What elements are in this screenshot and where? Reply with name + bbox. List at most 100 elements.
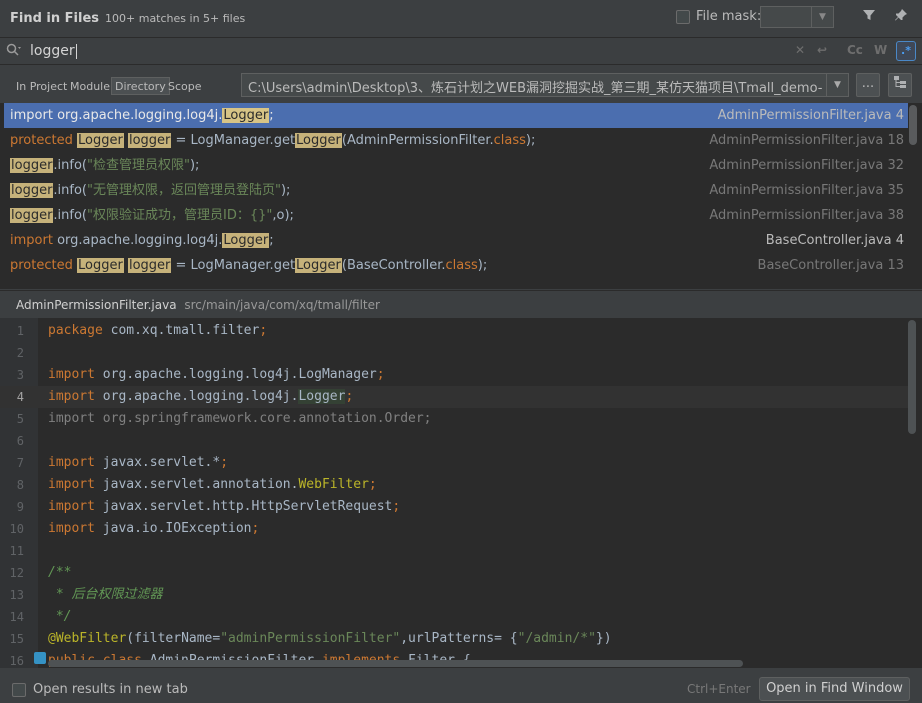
code-token: org.apache.logging.log4j.LogManager xyxy=(102,367,377,382)
code-token: = LogManager.get xyxy=(171,258,296,273)
code-text: @WebFilter(filterName="adminPermissionFi… xyxy=(48,628,612,650)
code-token: ); xyxy=(280,183,291,198)
results-scroll-thumb[interactable] xyxy=(909,105,917,145)
search-icon[interactable] xyxy=(6,43,24,59)
tab-directory[interactable]: Directory xyxy=(111,77,170,95)
file-mask-toggle[interactable]: File mask: xyxy=(676,9,761,24)
directory-combo[interactable]: C:\Users\admin\Desktop\3、炼石计划之WEB漏洞挖掘实战_… xyxy=(241,73,849,97)
browse-button[interactable]: ... xyxy=(856,73,880,97)
code-token: protected xyxy=(10,258,77,273)
result-file: BaseController.java xyxy=(757,258,884,273)
result-location: AdminPermissionFilter.java 32 xyxy=(709,153,904,178)
code-text: import org.apache.logging.log4j.Logger; xyxy=(48,386,353,408)
new-line-icon[interactable]: ↩ xyxy=(817,43,827,57)
code-line: 13 * 后台权限过滤器 xyxy=(0,584,910,606)
line-number: 16 xyxy=(9,654,24,668)
line-number: 10 xyxy=(9,522,24,536)
clear-icon[interactable]: ✕ xyxy=(795,43,805,57)
open-new-tab-checkbox[interactable] xyxy=(12,682,26,697)
chevron-down-icon[interactable]: ▼ xyxy=(811,7,833,27)
code-token: (filterName= xyxy=(126,631,221,646)
result-row[interactable]: protected Logger logger = LogManager.get… xyxy=(4,253,908,278)
shortcut-hint: Ctrl+Enter xyxy=(687,682,751,696)
line-number: 6 xyxy=(16,434,24,448)
file-mask-checkbox[interactable] xyxy=(676,9,690,24)
search-input[interactable]: logger xyxy=(30,41,77,61)
result-row[interactable]: protected Logger logger = LogManager.get… xyxy=(4,128,908,153)
code-text: import javax.servlet.annotation.WebFilte… xyxy=(48,474,377,496)
result-code: protected Logger logger = LogManager.get… xyxy=(10,253,487,278)
code-token: ; xyxy=(259,323,268,338)
line-number: 9 xyxy=(16,500,24,514)
code-token: import xyxy=(48,455,103,470)
file-mask-combo[interactable]: ▼ xyxy=(760,6,834,28)
code-text: /** xyxy=(48,562,71,584)
code-token: java.io.IOException xyxy=(102,521,252,536)
code-token: class xyxy=(493,133,526,148)
result-row[interactable]: logger.info("无管理权限，返回管理员登陆页"); AdminPermi… xyxy=(4,178,908,203)
result-location: BaseController.java 4 xyxy=(766,228,904,253)
code-token: .info( xyxy=(53,158,88,173)
match-highlight: logger xyxy=(127,133,172,148)
result-line-number: 4 xyxy=(895,108,904,123)
code-token: ; xyxy=(269,108,274,123)
code-token: (BaseController. xyxy=(341,258,446,273)
code-line: 4 import org.apache.logging.log4j.Logger; xyxy=(0,386,910,408)
recursive-directory-icon[interactable] xyxy=(888,73,912,97)
line-number: 8 xyxy=(16,478,24,492)
results-scrollbar[interactable] xyxy=(909,103,917,289)
editor-vscroll-thumb[interactable] xyxy=(908,320,916,434)
code-line: 14 */ xyxy=(0,606,910,628)
code-token: javax.servlet.* xyxy=(102,455,221,470)
code-token: "无管理权限，返回管理员登陆页" xyxy=(87,183,281,198)
result-line-number: 32 xyxy=(887,158,904,173)
match-case-icon[interactable]: Cc xyxy=(847,43,863,57)
result-row[interactable]: logger.info("检查管理员权限"); AdminPermissionFi… xyxy=(4,153,908,178)
results-list[interactable]: import org.apache.logging.log4j.Logger; A… xyxy=(0,103,922,289)
regex-icon[interactable]: .* xyxy=(896,41,916,61)
tab-scope[interactable]: Scope xyxy=(168,78,202,96)
tab-in-project[interactable]: In Project xyxy=(16,78,67,96)
code-token: ); xyxy=(477,258,488,273)
editor-horizontal-scrollbar[interactable] xyxy=(48,660,743,667)
result-file: AdminPermissionFilter.java xyxy=(709,183,884,198)
line-number: 3 xyxy=(16,368,24,382)
chevron-down-icon[interactable]: ▼ xyxy=(826,74,848,96)
tab-module[interactable]: Module xyxy=(70,78,110,96)
line-number: 12 xyxy=(9,566,24,580)
open-new-tab-toggle[interactable]: Open results in new tab xyxy=(12,682,188,697)
result-line-number: 4 xyxy=(895,233,904,248)
result-code: import org.apache.logging.log4j.Logger; xyxy=(10,228,274,253)
code-token: ); xyxy=(525,133,536,148)
code-token: import org.springframework.core.annotati… xyxy=(48,411,432,426)
code-token: import xyxy=(48,477,103,492)
match-highlight: logger xyxy=(10,183,54,198)
code-token: org.apache.logging.log4j. xyxy=(102,389,299,404)
code-line: 15 @WebFilter(filterName="adminPermission… xyxy=(0,628,910,650)
code-preview[interactable]: 1 package com.xq.tmall.filter; 2 3 import or… xyxy=(0,318,922,668)
file-mask-label: File mask: xyxy=(696,9,762,24)
result-line-number: 18 xyxy=(887,133,904,148)
line-number: 2 xyxy=(16,346,24,360)
result-row[interactable]: import org.apache.logging.log4j.Logger; B… xyxy=(4,228,908,253)
result-line-number: 13 xyxy=(887,258,904,273)
code-line: 3 import org.apache.logging.log4j.LogMana… xyxy=(0,364,910,386)
filter-icon[interactable] xyxy=(859,8,879,28)
result-line-number: 38 xyxy=(887,208,904,223)
editor-vertical-scrollbar[interactable] xyxy=(908,318,917,668)
code-token: /** xyxy=(48,565,72,580)
match-highlight: Logger xyxy=(77,258,124,273)
code-text: package com.xq.tmall.filter; xyxy=(48,320,267,342)
pin-icon[interactable] xyxy=(891,8,911,28)
open-new-tab-label: Open results in new tab xyxy=(33,682,188,697)
result-row[interactable]: logger.info("权限验证成功，管理员ID：{}",o); AdminPe… xyxy=(4,203,908,228)
line-number: 13 xyxy=(9,588,24,602)
implements-gutter-icon[interactable] xyxy=(34,652,46,664)
match-highlight: Logger xyxy=(298,389,346,404)
result-row[interactable]: import org.apache.logging.log4j.Logger; A… xyxy=(4,103,908,128)
open-in-find-window-button[interactable]: Open in Find Window xyxy=(759,677,910,701)
whole-words-icon[interactable]: W xyxy=(874,43,887,57)
code-text: */ xyxy=(48,606,72,628)
result-location: AdminPermissionFilter.java 4 xyxy=(718,103,904,128)
code-token: WebFilter xyxy=(298,477,369,492)
